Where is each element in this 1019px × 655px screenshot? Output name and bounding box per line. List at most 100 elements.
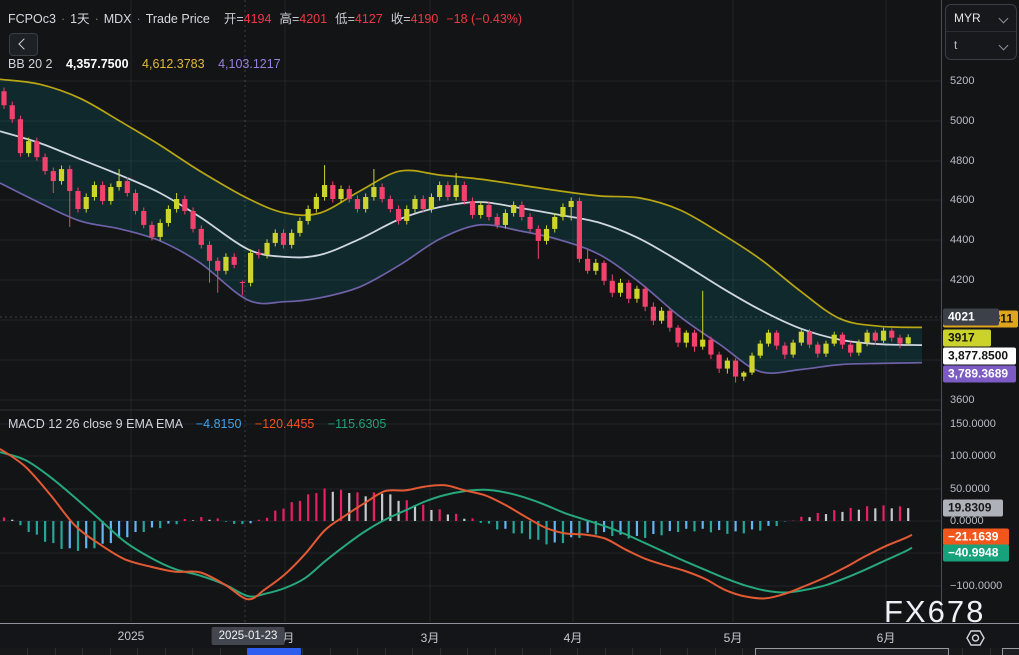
candle-body [799,332,804,343]
candle-body [593,263,598,271]
macd-signal-value-label: −40.9948 [943,545,1009,562]
candle-body [906,337,911,343]
strip-end-box [1002,648,1019,655]
bottom-scroll-strip[interactable] [0,648,1019,655]
symbol-name[interactable]: FCPOc3 [8,12,56,26]
bb-upper-value: 4,612.3783 [142,57,205,71]
strip-cell-divider [687,648,688,655]
price-scale-tick: 5000 [950,115,974,127]
chevron-left-icon [18,38,29,49]
candle-body [495,217,500,225]
candle-body [897,338,902,344]
candle-body [404,209,409,221]
candle-body [774,333,779,346]
unit-selector[interactable]: t [946,31,1016,58]
low-value: 4127 [355,12,383,26]
strip-cell-divider [742,648,743,655]
candle-body [519,205,524,217]
strip-cell-divider [632,648,633,655]
candle-body [388,199,393,209]
exchange-label: MDX [104,12,132,26]
candle-body [92,185,97,197]
macd-line-value: −120.4455 [255,417,314,431]
candle-body [807,332,812,345]
candle-body [445,185,450,197]
strip-cell-divider [577,648,578,655]
candle-body [873,333,878,341]
candle-body [51,171,56,181]
currency-selector[interactable]: MYR [946,5,1016,31]
candle-body [618,283,623,293]
time-scale-label: 3月 [421,629,440,646]
candle-body [281,233,286,245]
candle-body [371,187,376,197]
candle-body [429,197,434,209]
candle-body [462,185,467,201]
candle-body [330,185,335,199]
candle-body [470,201,475,215]
currency-value: MYR [954,11,981,25]
strip-cell-divider [330,648,331,655]
ohlc-values: 开=4194高=4201低=4127收=4190−18 (−0.43%) [224,12,522,26]
open-value: 4194 [244,12,272,26]
fx678-watermark: FX678 [884,594,985,630]
close-value: 4190 [411,12,439,26]
bb-lower-value: 4,103.1217 [218,57,281,71]
candle-body [651,307,656,321]
candle-body [437,185,442,197]
strip-cell-divider [385,648,386,655]
interval-label[interactable]: 1天 [70,12,89,26]
candle-body [182,199,187,211]
bb-indicator-legend[interactable]: BB 20 2 4,357.7500 4,612.3783 4,103.1217 [8,57,281,71]
strip-cell-divider [467,648,468,655]
candle-body [708,340,713,355]
candle-body [832,335,837,344]
candle-body [610,281,615,293]
symbol-header: FCPOc3·1天·MDX·Trade Price开=4194高=4201低=4… [8,8,522,27]
chart-window: FCPOc3·1天·MDX·Trade Price开=4194高=4201低=4… [0,0,1019,655]
change-value: −18 (−0.43%) [446,12,522,26]
candle-body [848,345,853,353]
candle-body [626,283,631,299]
back-button[interactable] [9,33,38,56]
candle-body [363,197,368,209]
candle-body [338,189,343,199]
candle-body [289,233,294,245]
candle-body [881,331,886,341]
candle-body [1,91,6,105]
bb-basis-value: 4,357.7500 [66,57,129,71]
candle-body [84,197,89,209]
candle-body [486,205,491,217]
macd-label: MACD 12 26 close 9 EMA EMA [8,417,182,431]
series-type-label: Trade Price [146,12,210,26]
candle-body [396,209,401,221]
crosshair-date-label: 2025-01-23 [212,627,285,645]
candle-body [18,119,23,153]
price-scale-tick: 0.0000 [950,515,984,527]
price-chart-canvas[interactable] [0,0,941,623]
candle-body [823,344,828,354]
price-scale[interactable]: 5200500048004600440042003600150.0000100.… [941,0,1019,655]
strip-cell-divider [137,648,138,655]
price-scale-tick: 4800 [950,155,974,167]
strip-cell-divider [660,648,661,655]
strip-cell-divider [165,648,166,655]
strip-cell-divider [990,648,991,655]
candle-body [207,245,212,261]
macd-indicator-legend[interactable]: MACD 12 26 close 9 EMA EMA −4.8150 −120.… [8,417,386,431]
macd-line-value-label: −21.1639 [943,529,1009,546]
candle-body [569,201,574,207]
candle-body [749,356,754,373]
candle-body [190,211,195,229]
time-scale[interactable]: 2025-01-23 20252月3月4月5月6月 [0,623,1019,649]
bb-basis-price-label: 3,877.8500 [943,348,1016,365]
candle-body [133,193,138,211]
candle-body [256,253,261,255]
candle-body [199,229,204,245]
candle-body [717,355,722,369]
candle-body [158,223,163,237]
candle-body [166,209,171,223]
macd-signal-value: −115.6305 [328,417,387,431]
candle-body [306,209,311,221]
candle-body [125,181,130,193]
